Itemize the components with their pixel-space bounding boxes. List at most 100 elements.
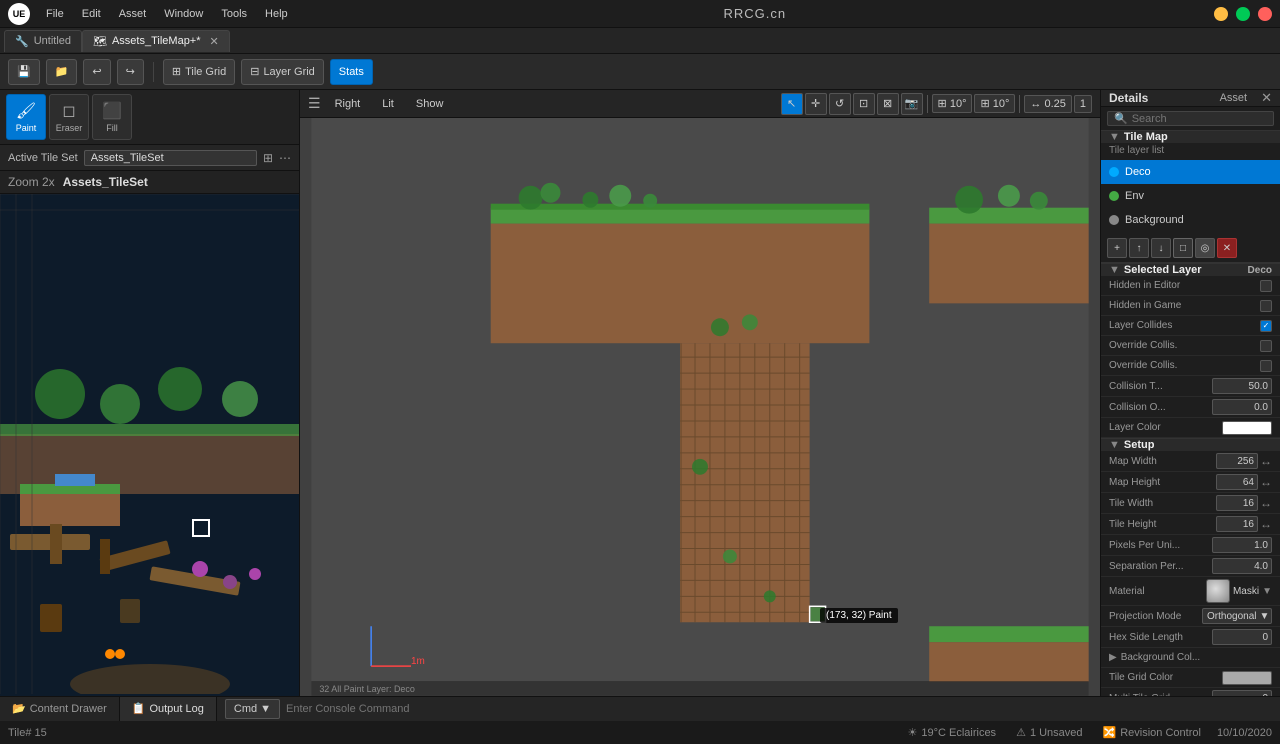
status-temperature[interactable]: ☀ 19°C Eclairices <box>903 726 1000 739</box>
prop-separation-per: Separation Per... <box>1101 556 1280 577</box>
prop-hex-side-input[interactable] <box>1212 629 1272 645</box>
cmd-label: Cmd <box>234 703 257 715</box>
camera-btn[interactable]: 📷 <box>901 93 923 115</box>
console-input[interactable] <box>286 703 1272 715</box>
rotate-tool-btn[interactable]: ↺ <box>829 93 851 115</box>
layer-color-swatch[interactable] <box>1222 421 1272 435</box>
layer-deco-dot <box>1109 167 1119 177</box>
prop-hidden-game-checkbox[interactable] <box>1260 300 1272 312</box>
prop-map-width-input[interactable] <box>1216 453 1258 469</box>
grid-angle-btn[interactable]: ⊞ 10° <box>932 94 973 113</box>
prop-hidden-editor-checkbox[interactable] <box>1260 280 1272 292</box>
layer-add-btn[interactable]: + <box>1107 238 1127 258</box>
prop-override-collis2-checkbox[interactable] <box>1260 360 1272 372</box>
prop-override-collis1-checkbox[interactable] <box>1260 340 1272 352</box>
layer-env-dot <box>1109 191 1119 201</box>
section-tilemap[interactable]: ▼ Tile Map <box>1101 130 1280 143</box>
scale-tool-btn[interactable]: ⊡ <box>853 93 875 115</box>
maximize-button[interactable] <box>1236 7 1250 21</box>
view-lit-btn[interactable]: Lit <box>374 96 402 112</box>
fill-tool[interactable]: ⬛ Fill <box>92 94 132 140</box>
search-input[interactable] <box>1132 113 1267 125</box>
grid-icon: ⊞ <box>172 65 181 78</box>
layer-item-background[interactable]: Background <box>1101 208 1280 232</box>
viewport[interactable]: ☰ Right Lit Show ↖ ✛ ↺ ⊡ ⊠ 📷 ⊞ 10° ⊞ 10°… <box>300 90 1100 696</box>
eraser-tool[interactable]: ◻ Eraser <box>49 94 89 140</box>
tab-tilemap[interactable]: 🗺 Assets_TileMap+* ✕ <box>82 30 230 52</box>
menu-tools[interactable]: Tools <box>213 6 255 22</box>
save-button[interactable]: 💾 <box>8 59 40 85</box>
content-drawer-tab[interactable]: 📂 Content Drawer <box>0 697 120 721</box>
section-setup[interactable]: ▼ Setup <box>1101 438 1280 451</box>
tab-untitled[interactable]: 🔧 Untitled <box>4 30 82 52</box>
tile-grid-color-swatch[interactable] <box>1222 671 1272 685</box>
status-unsaved[interactable]: ⚠ 1 Unsaved <box>1012 726 1086 739</box>
view-show-btn[interactable]: Show <box>408 96 452 112</box>
prop-projection-mode-dropdown[interactable]: Orthogonal ▼ <box>1202 608 1272 624</box>
stats-button[interactable]: Stats <box>330 59 373 85</box>
layer-bg-label: Background <box>1125 214 1184 226</box>
layer-env-label: Env <box>1125 190 1144 202</box>
cmd-button[interactable]: Cmd ▼ <box>225 699 280 719</box>
grid-toggle-icon[interactable]: ⊞ <box>263 151 273 165</box>
prop-tile-height-input[interactable] <box>1216 516 1258 532</box>
prop-multi-tile-grid1-input[interactable] <box>1212 690 1272 696</box>
prop-pixels-per-uni-input[interactable] <box>1212 537 1272 553</box>
details-search-bar[interactable]: 🔍 <box>1107 111 1274 126</box>
scale-btn2[interactable]: 1 <box>1074 95 1092 113</box>
tile-width-arrow-icon[interactable]: ↔ <box>1260 496 1272 510</box>
prop-tile-width-input[interactable] <box>1216 495 1258 511</box>
expand-icon[interactable]: ⋯ <box>279 151 291 165</box>
menu-asset[interactable]: Asset <box>111 6 155 22</box>
layer-bg-color-btn[interactable]: □ <box>1173 238 1193 258</box>
prop-map-height-input[interactable] <box>1216 474 1258 490</box>
layer-item-deco[interactable]: Deco <box>1101 160 1280 184</box>
layer-deco-label: Deco <box>1125 166 1151 178</box>
menu-edit[interactable]: Edit <box>74 6 109 22</box>
tab-tilemap-close[interactable]: ✕ <box>210 35 219 48</box>
layer-vis-btn[interactable]: ◎ <box>1195 238 1215 258</box>
prop-layer-collides-checkbox[interactable] <box>1260 320 1272 332</box>
layer-down-btn[interactable]: ↓ <box>1151 238 1171 258</box>
menu-help[interactable]: Help <box>257 6 296 22</box>
transform-tool-btn[interactable]: ⊠ <box>877 93 899 115</box>
grid-angle-btn2[interactable]: ⊞ 10° <box>974 94 1015 113</box>
status-revision-control[interactable]: 🔀 Revision Control <box>1099 726 1205 739</box>
material-dropdown-icon[interactable]: ▼ <box>1262 586 1272 597</box>
map-height-arrow-icon[interactable]: ↔ <box>1260 475 1272 489</box>
minimize-button[interactable] <box>1214 7 1228 21</box>
material-thumbnail[interactable] <box>1206 579 1230 603</box>
paint-tool[interactable]: 🖌 Paint <box>6 94 46 140</box>
map-width-arrow-icon[interactable]: ↔ <box>1260 454 1272 468</box>
asset-tab-btn[interactable]: Asset <box>1212 90 1256 106</box>
prop-collision-o-input[interactable] <box>1212 399 1272 415</box>
tile-height-arrow-icon[interactable]: ↔ <box>1260 517 1272 531</box>
layer-grid-button[interactable]: ⊟ Layer Grid <box>241 59 324 85</box>
tile-grid-button[interactable]: ⊞ Tile Grid <box>163 59 235 85</box>
prop-separation-per-input[interactable] <box>1212 558 1272 574</box>
active-tileset-input[interactable] <box>84 150 257 166</box>
viewport-canvas[interactable]: 1m 32 All Paint Layer: Deco (173, 32) Pa… <box>300 118 1100 696</box>
tileset-canvas[interactable] <box>0 194 299 696</box>
bg-color-expand-icon[interactable]: ▶ <box>1109 652 1117 663</box>
menu-file[interactable]: File <box>38 6 72 22</box>
prop-collision-t-input[interactable] <box>1212 378 1272 394</box>
menu-window[interactable]: Window <box>156 6 211 22</box>
select-tool-btn[interactable]: ↖ <box>781 93 803 115</box>
layer-delete-btn[interactable]: ✕ <box>1217 238 1237 258</box>
details-close-icon[interactable]: ✕ <box>1261 90 1272 106</box>
close-button[interactable] <box>1258 7 1272 21</box>
scale-btn[interactable]: ↔ 0.25 <box>1024 95 1071 113</box>
menu-icon[interactable]: ☰ <box>308 95 321 112</box>
output-log-tab[interactable]: 📋 Output Log <box>120 697 217 721</box>
layer-item-env[interactable]: Env <box>1101 184 1280 208</box>
redo-button[interactable]: ↪ <box>117 59 144 85</box>
layer-up-btn[interactable]: ↑ <box>1129 238 1149 258</box>
prop-tile-height-label: Tile Height <box>1109 519 1216 530</box>
undo-button[interactable]: ↩ <box>83 59 110 85</box>
view-right-btn[interactable]: Right <box>327 96 369 112</box>
open-button[interactable]: 📁 <box>46 59 78 85</box>
section-selected-layer[interactable]: ▼ Selected Layer Deco <box>1101 263 1280 276</box>
move-tool-btn[interactable]: ✛ <box>805 93 827 115</box>
svg-text:32 All Paint Layer: Deco: 32 All Paint Layer: Deco <box>319 684 415 694</box>
